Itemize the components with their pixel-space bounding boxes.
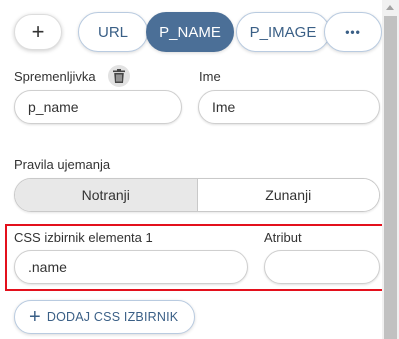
trash-icon xyxy=(113,69,125,83)
option-internal[interactable]: Notranji xyxy=(15,179,198,211)
name-label: Ime xyxy=(199,69,221,84)
delete-variable-button[interactable] xyxy=(108,65,130,87)
vertical-scrollbar[interactable] xyxy=(382,0,399,339)
matching-label: Pravila ujemanja xyxy=(14,157,111,172)
more-tabs-button[interactable]: ••• xyxy=(324,12,382,52)
plus-icon: + xyxy=(29,306,41,328)
add-css-selector-button[interactable]: + DODAJ CSS IZBIRNIK xyxy=(14,300,195,334)
matching-toggle: Notranji Zunanji xyxy=(14,178,380,212)
scroll-up-arrow-icon[interactable] xyxy=(386,5,394,10)
variable-label: Spremenljivka xyxy=(14,69,96,84)
tab-url[interactable]: URL xyxy=(78,12,148,52)
option-external[interactable]: Zunanji xyxy=(197,179,379,211)
variable-input[interactable]: p_name xyxy=(14,90,182,124)
scrollbar-thumb[interactable] xyxy=(384,16,397,339)
more-icon: ••• xyxy=(345,25,361,39)
tab-p-name[interactable]: P_NAME xyxy=(146,12,234,52)
plus-icon: + xyxy=(31,19,45,44)
tab-p-image[interactable]: P_IMAGE xyxy=(236,12,330,52)
add-variable-button[interactable]: + xyxy=(14,14,62,50)
name-input[interactable]: Ime xyxy=(198,90,380,124)
variable-tabs: + URL P_NAME P_IMAGE ••• xyxy=(14,12,382,52)
highlight-box xyxy=(5,224,384,291)
